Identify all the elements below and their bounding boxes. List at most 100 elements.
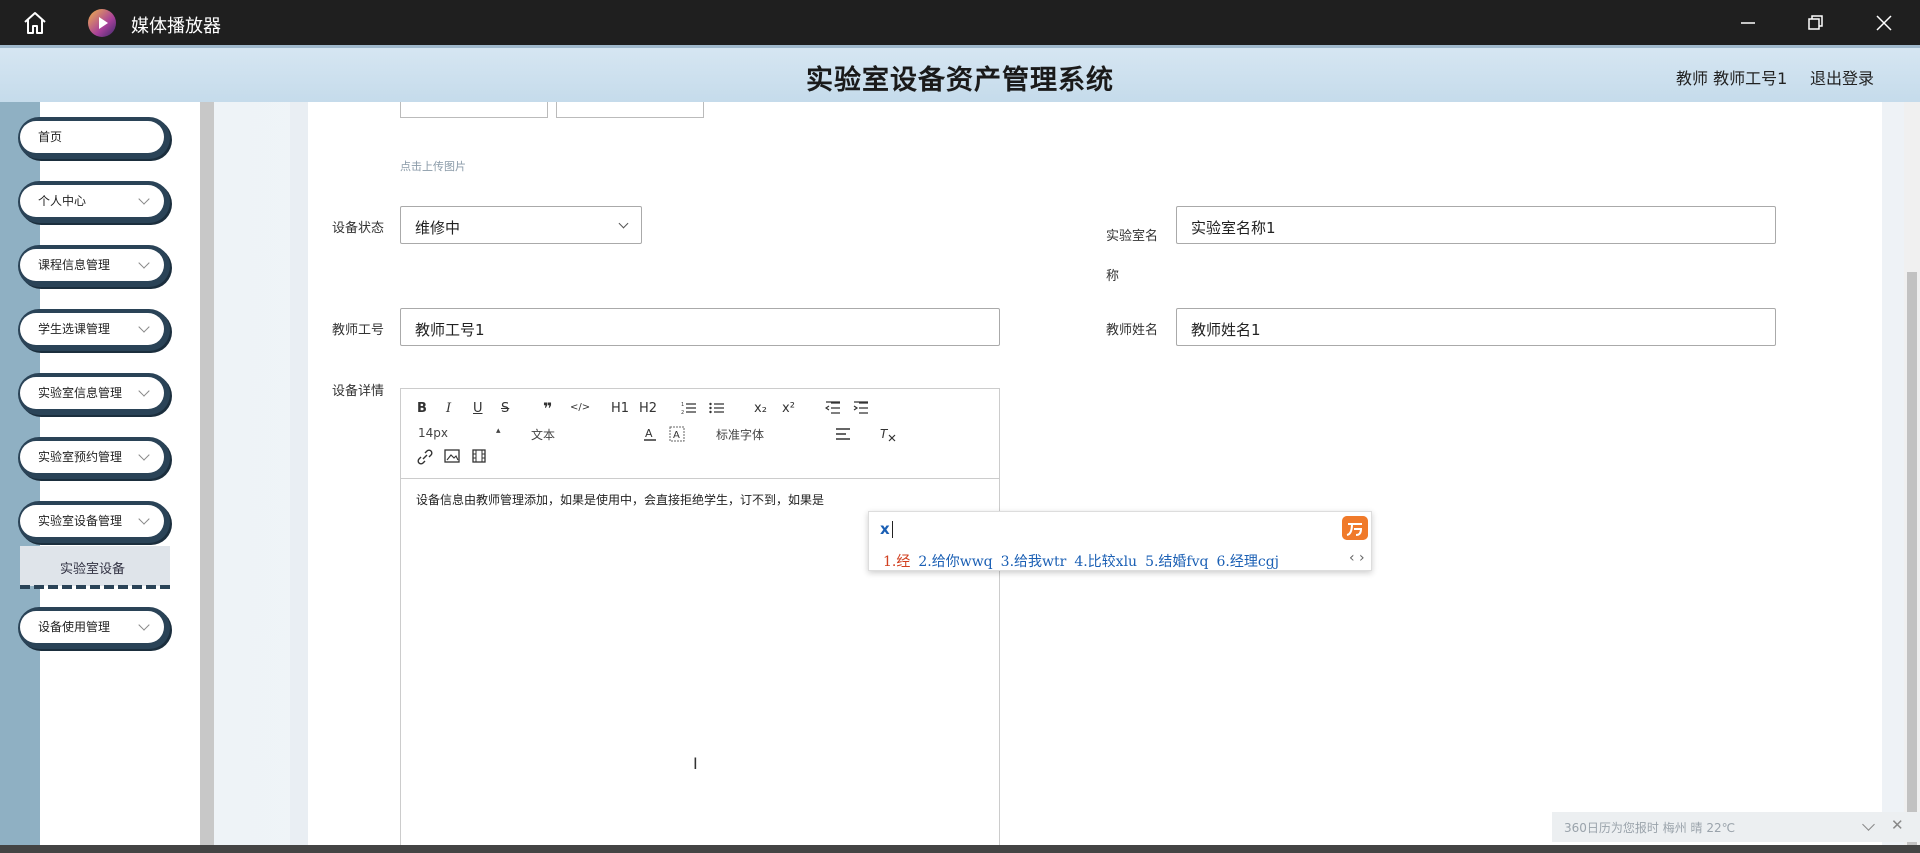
lab-name-value: 实验室名称1 <box>1191 219 1276 237</box>
h2-button[interactable]: H2 <box>639 401 657 416</box>
image-icon[interactable] <box>444 449 460 463</box>
bold-button[interactable]: B <box>417 401 427 416</box>
background-color-icon[interactable]: A <box>669 426 685 442</box>
notification-text: 360日历为您报时 梅州 晴 22℃ <box>1564 821 1736 835</box>
font-size-select[interactable]: 14px ▴ <box>418 426 503 442</box>
sidebar-item-label: 实验室预约管理 <box>38 450 123 464</box>
subscript-button[interactable]: x₂ <box>754 401 767 416</box>
status-select[interactable]: 维修中 <box>400 206 642 244</box>
font-size-value: 14px <box>418 426 448 440</box>
teacher-name-value: 教师姓名1 <box>1191 321 1261 339</box>
home-icon[interactable] <box>22 10 48 36</box>
font-family-value: 标准字体 <box>716 428 765 442</box>
editor-content[interactable]: 设备信息由教师管理添加，如果是使用中，会直接拒绝学生，订不到，如果是 <box>416 491 824 508</box>
ime-candidate-window[interactable]: x 1.经 2.给你wwq 3.给我wtr 4.比较xlu 5.结婚fvq 6.经理cgj… <box>868 511 1372 571</box>
quote-button[interactable]: ❞ <box>543 399 552 418</box>
user-info: 教师 教师工号1 <box>1676 69 1788 88</box>
code-button[interactable]: </> <box>570 402 590 413</box>
block-format-value: 文本 <box>531 428 556 442</box>
sidebar-item-label: 课程信息管理 <box>38 258 111 272</box>
ordered-list-icon[interactable]: 12 <box>681 401 697 415</box>
outdent-icon[interactable] <box>825 401 841 415</box>
lab-name-label: 实验室名称 <box>1106 229 1159 284</box>
link-icon[interactable] <box>417 449 433 465</box>
vertical-scrollbar[interactable] <box>1904 102 1920 853</box>
sidebar-item-home[interactable]: 首页 <box>18 117 170 159</box>
svg-text:1: 1 <box>681 402 684 408</box>
upload-hint: 点击上传图片 <box>400 160 466 173</box>
ime-candidates: 1.经 2.给你wwq 3.给我wtr 4.比较xlu 5.结婚fvq 6.经理cgj <box>883 551 1287 571</box>
detail-label: 设备详情 <box>332 384 385 399</box>
sidebar-item-label: 个人中心 <box>38 194 87 208</box>
sidebar-item-lab-info[interactable]: 实验室信息管理 <box>18 373 170 415</box>
ime-candidate[interactable]: 1.经 <box>883 554 910 570</box>
font-color-icon[interactable]: A <box>643 426 657 442</box>
sidebar-item-label: 实验室设备管理 <box>38 514 123 528</box>
minimize-icon[interactable] <box>1733 8 1763 38</box>
teacher-id-field[interactable]: 教师工号1 <box>400 308 1000 346</box>
block-format-select[interactable]: 文本 <box>531 426 616 442</box>
italic-button[interactable]: I <box>446 401 451 416</box>
status-label: 设备状态 <box>332 221 385 236</box>
ime-candidate[interactable]: 4.比较xlu <box>1074 554 1137 570</box>
active-indicator <box>20 585 170 589</box>
ime-page-nav-icon[interactable]: ‹ › <box>1349 550 1365 566</box>
scrollbar-thumb[interactable] <box>1907 272 1917 853</box>
sidebar-subitem-lab-equipment[interactable]: 实验室设备 <box>20 546 170 586</box>
teacher-id-value: 教师工号1 <box>415 321 485 339</box>
video-icon[interactable] <box>472 449 486 463</box>
svg-text:A: A <box>673 430 680 441</box>
calendar-notification: 360日历为您报时 梅州 晴 22℃ ✕ <box>1552 812 1920 842</box>
upload-image-box[interactable] <box>400 102 548 118</box>
logout-link[interactable]: 退出登录 <box>1810 65 1874 89</box>
ime-candidate[interactable]: 3.给我wtr <box>1001 554 1067 570</box>
chevron-down-icon <box>618 218 629 229</box>
system-title: 实验室设备资产管理系统 <box>806 65 1114 96</box>
rich-text-editor[interactable]: B I U S ❞ </> H1 H2 12 x₂ x² 14px ▴ 文本 A … <box>400 388 1000 853</box>
left-scroll-rail <box>200 102 214 853</box>
close-icon[interactable]: ✕ <box>1891 816 1904 834</box>
window-titlebar: 媒体播放器 <box>0 0 1920 45</box>
chevron-down-icon[interactable] <box>1862 818 1875 831</box>
sidebar-item-lab-booking[interactable]: 实验室预约管理 <box>18 437 170 479</box>
sidebar-item-course-info[interactable]: 课程信息管理 <box>18 245 170 287</box>
sidebar-item-course-selection[interactable]: 学生选课管理 <box>18 309 170 351</box>
ime-candidate[interactable]: 2.给你wwq <box>918 554 992 570</box>
clear-format-icon[interactable]: T <box>879 426 897 442</box>
strike-button[interactable]: S <box>501 401 509 416</box>
sidebar-item-label: 学生选课管理 <box>38 322 111 336</box>
close-icon[interactable] <box>1869 8 1899 38</box>
superscript-button[interactable]: x² <box>782 401 795 416</box>
upload-image-box[interactable] <box>556 102 704 118</box>
underline-button[interactable]: U <box>473 401 483 416</box>
svg-text:T: T <box>880 427 889 441</box>
bottom-edge <box>0 845 1920 853</box>
font-family-select[interactable]: 标准字体 <box>716 426 811 442</box>
teacher-id-label: 教师工号 <box>332 323 385 338</box>
app-header: 实验室设备资产管理系统 教师 教师工号1 退出登录 <box>0 45 1920 102</box>
window-title: 媒体播放器 <box>131 16 221 37</box>
status-value: 维修中 <box>415 219 461 237</box>
lab-name-field[interactable]: 实验室名称1 <box>1176 206 1776 244</box>
bullet-list-icon[interactable] <box>709 401 725 415</box>
sidebar-item-lab-equipment[interactable]: 实验室设备管理 <box>18 501 170 543</box>
ime-candidate[interactable]: 6.经理cgj <box>1217 554 1280 570</box>
teacher-name-label: 教师姓名 <box>1106 323 1159 338</box>
svg-text:A: A <box>645 427 653 440</box>
sidebar-subitem-label: 实验室设备 <box>60 562 126 577</box>
ime-input: x <box>880 520 890 538</box>
ime-logo-icon[interactable] <box>1342 516 1368 540</box>
sidebar-item-equipment-usage[interactable]: 设备使用管理 <box>18 607 170 649</box>
teacher-name-field[interactable]: 教师姓名1 <box>1176 308 1776 346</box>
ime-caret <box>892 521 893 538</box>
text-cursor-icon: I <box>693 754 698 773</box>
sidebar-item-label: 设备使用管理 <box>38 620 111 634</box>
indent-icon[interactable] <box>853 401 869 415</box>
ime-candidate[interactable]: 5.结婚fvq <box>1145 554 1208 570</box>
restore-icon[interactable] <box>1800 8 1830 38</box>
align-icon[interactable] <box>835 427 851 441</box>
sidebar-item-label: 首页 <box>38 130 63 144</box>
sidebar-item-personal-center[interactable]: 个人中心 <box>18 181 170 223</box>
h1-button[interactable]: H1 <box>611 401 629 416</box>
media-player-icon <box>88 9 116 37</box>
